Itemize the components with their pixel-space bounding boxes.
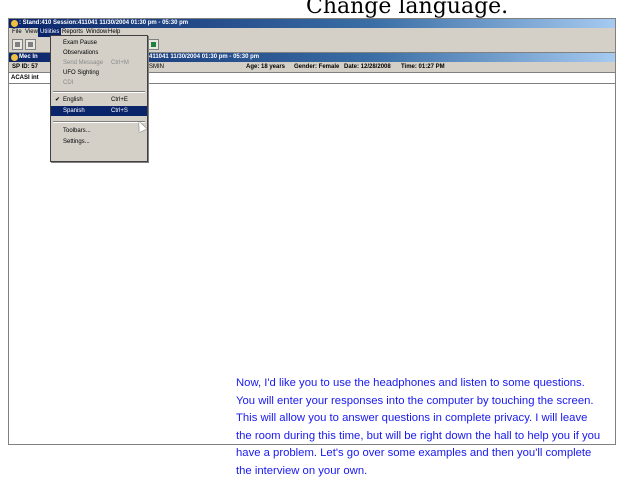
observations-label: Observations [63,48,98,58]
english-shortcut: Ctrl+E [111,95,128,105]
settings-label: Settings... [63,137,90,147]
menu-item-exam-pause[interactable]: Exam Pause [51,38,147,48]
menu-item-ufo-sighting[interactable]: UFO Sighting [51,68,147,78]
toolbars-label: Toolbars... [63,126,91,136]
window-title: : Stand:410 Session:411041 11/30/2004 01… [19,20,188,26]
script-line-4: the room during this time, but will be r… [236,428,624,446]
menu-item-toolbars[interactable]: Toolbars... [51,126,147,136]
menu-item-observations[interactable]: Observations [51,48,147,58]
menu-item-spanish[interactable]: Spanish Ctrl+S [51,106,147,116]
menu-item-english[interactable]: ✔ English Ctrl+E [51,95,147,105]
participant-age: Age: 18 years [246,62,285,72]
check-icon: ✔ [55,95,60,105]
toolbar-icon-1 [15,42,20,47]
toolbar-button-1[interactable] [12,39,23,50]
script-line-6: the interview on your own. [236,463,624,480]
menu-item-send-message[interactable]: Send Message Ctrl+M [51,58,147,68]
spanish-shortcut: Ctrl+S [111,106,128,116]
send-message-label: Send Message [63,58,103,68]
toolbar-icon-2 [28,42,33,47]
sp-id: SP ID: 57 [12,62,38,72]
staff-id: SMIN [149,62,164,72]
menu-file[interactable]: File [10,28,24,37]
participant-gender: Gender: Female [294,62,339,72]
menu-item-cdi[interactable]: CDI [51,78,147,88]
script-line-3: This will allow you to answer questions … [236,410,624,428]
script-line-2: You will enter your responses into the c… [236,393,624,411]
cdi-label: CDI [63,78,73,88]
script-line-1: Now, I'd like you to use the headphones … [236,375,624,393]
toolbar-button-exit[interactable] [148,39,159,50]
child-title-prefix: Mec In [19,54,38,60]
heading-text: Change language. [306,0,508,19]
exam-date: Date: 12/28/2008 [344,62,391,72]
spanish-label: Spanish [63,106,85,116]
utilities-dropdown: Exam Pause Observations Send Message Ctr… [50,35,148,162]
exit-icon [151,42,156,47]
exam-pause-label: Exam Pause [63,38,97,48]
toolbar-button-2[interactable] [25,39,36,50]
menu-item-settings[interactable]: Settings... [51,137,147,147]
window-titlebar: : Stand:410 Session:411041 11/30/2004 01… [9,19,615,28]
child-window-icon [11,54,18,61]
menu-separator-2 [53,121,145,123]
menu-separator-1 [53,91,145,93]
child-title-tail: 411041 11/30/2004 01:30 pm - 05:30 pm [149,53,259,62]
english-label: English [63,95,83,105]
send-message-shortcut: Ctrl+M [111,58,129,68]
app-icon [11,20,18,27]
exam-time: Time: 01:27 PM [401,62,445,72]
interviewer-script: Now, I'd like you to use the headphones … [236,375,624,480]
acasi-label: ACASI int [11,75,39,81]
ufo-sighting-label: UFO Sighting [63,68,99,78]
